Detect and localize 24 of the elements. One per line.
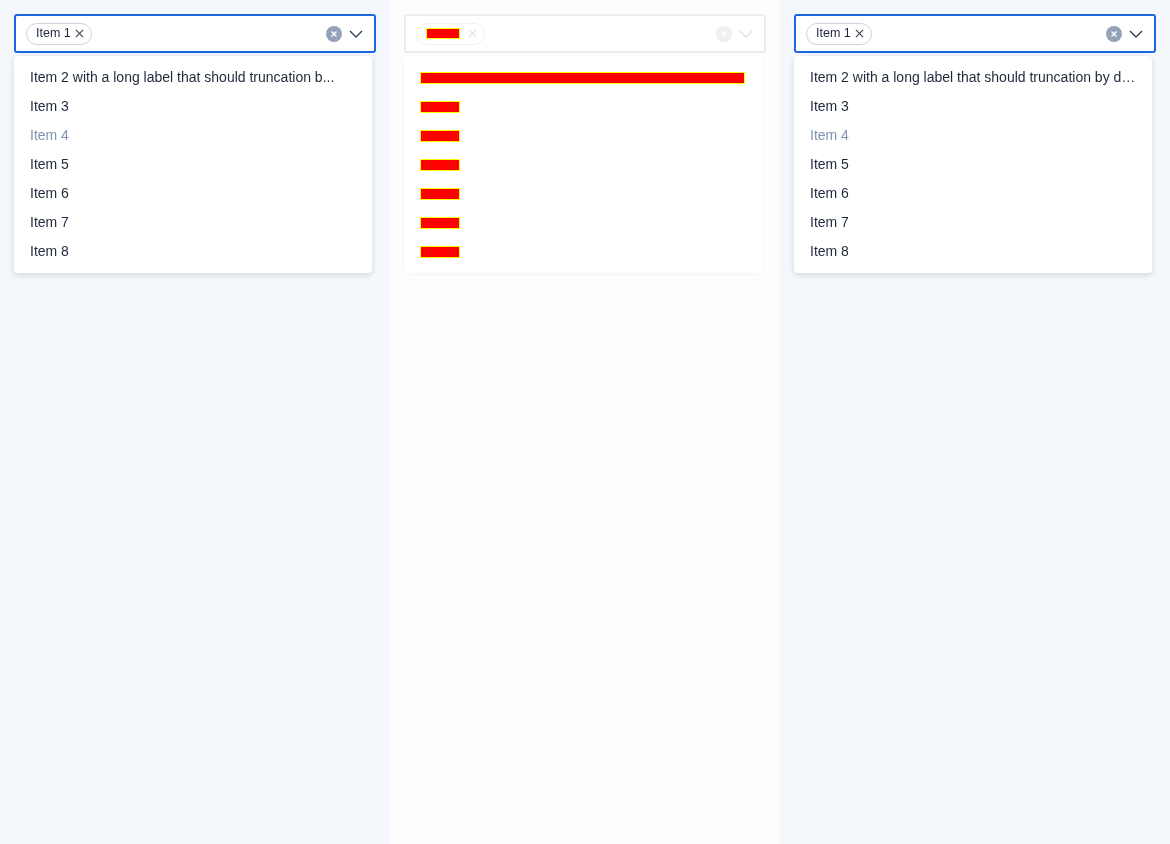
option-item[interactable]: Item 7 <box>794 208 1152 237</box>
chevron-down-icon[interactable] <box>1129 29 1143 38</box>
clear-icon[interactable] <box>326 25 342 42</box>
faded-remove-icon <box>468 29 477 38</box>
option-item[interactable]: Item 7 <box>14 208 372 237</box>
option-item[interactable]: Item 5 <box>794 150 1152 179</box>
option-item[interactable]: Item 3 <box>14 92 372 121</box>
option-item[interactable]: Item 3 <box>794 92 1152 121</box>
option-item[interactable]: Item 8 <box>794 237 1152 266</box>
option-item[interactable]: Item 5 <box>14 150 372 179</box>
option-item[interactable]: Item 2 with a long label that should truncation by d… <box>794 63 1152 92</box>
option-item[interactable]: Item 2 with a long label that should truncation b... <box>14 63 372 92</box>
multi-select-field[interactable]: Item 1 <box>794 14 1156 53</box>
chevron-down-icon[interactable] <box>349 29 363 38</box>
chevron-down-icon <box>739 29 753 38</box>
option-item[interactable]: Item 6 <box>14 179 372 208</box>
option-item[interactable]: Item 8 <box>14 237 372 266</box>
multi-select-field[interactable]: Item 1 <box>14 14 376 53</box>
option-item[interactable]: Item 6 <box>794 179 1152 208</box>
clear-icon[interactable] <box>1106 25 1122 42</box>
tag-label: Item 1 <box>816 27 851 40</box>
remove-tag-icon[interactable] <box>74 29 84 38</box>
tag-label: Item 1 <box>36 27 71 40</box>
remove-tag-icon[interactable] <box>854 29 864 38</box>
